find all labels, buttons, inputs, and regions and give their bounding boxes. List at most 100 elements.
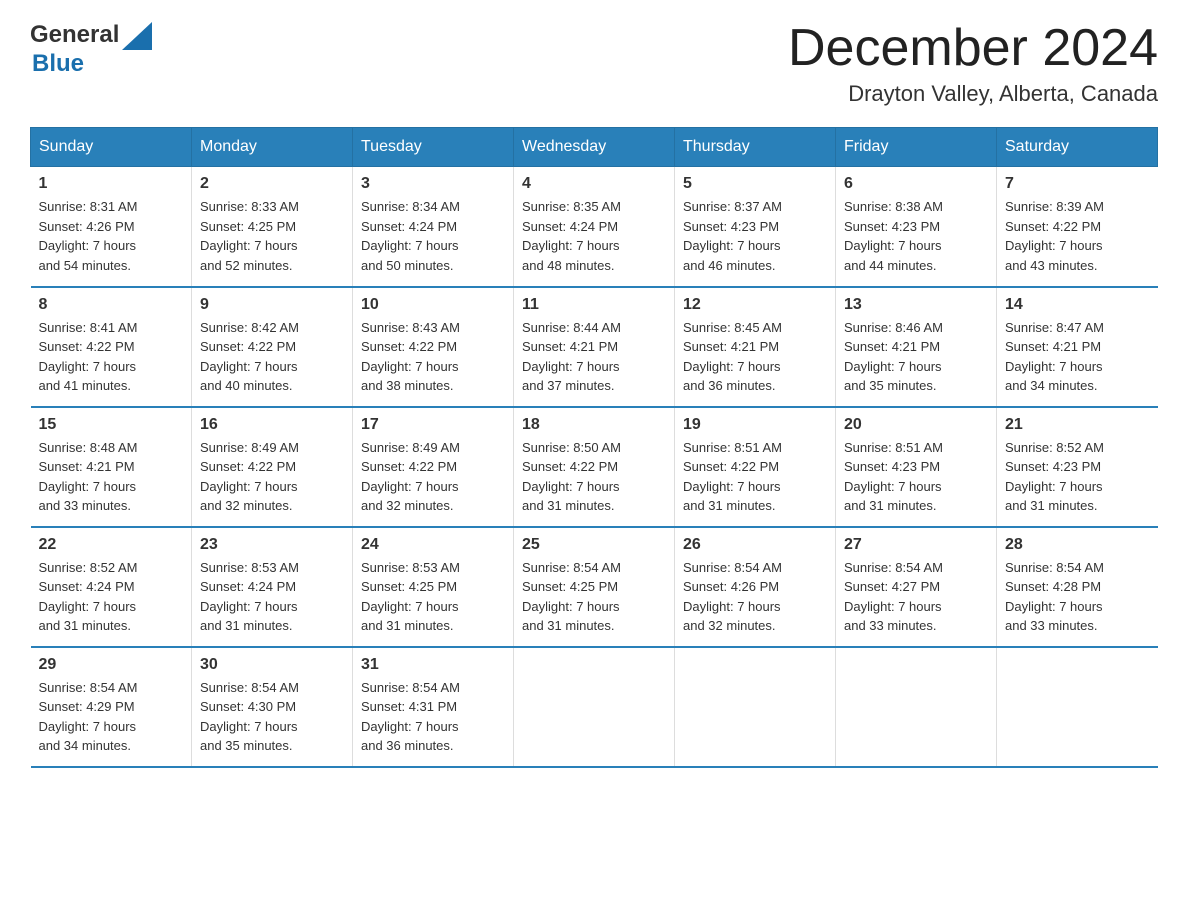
calendar-cell: 5 Sunrise: 8:37 AMSunset: 4:23 PMDayligh… [675,167,836,287]
calendar-cell: 29 Sunrise: 8:54 AMSunset: 4:29 PMDaylig… [31,647,192,767]
day-number: 15 [39,416,184,434]
day-number: 4 [522,175,666,193]
weekday-header-row: SundayMondayTuesdayWednesdayThursdayFrid… [31,128,1158,167]
month-title: December 2024 [788,20,1158,77]
calendar-cell: 18 Sunrise: 8:50 AMSunset: 4:22 PMDaylig… [514,407,675,527]
day-number: 11 [522,296,666,314]
logo-general-text: General [30,21,119,49]
header-tuesday: Tuesday [353,128,514,167]
day-info: Sunrise: 8:54 AMSunset: 4:26 PMDaylight:… [683,560,782,634]
calendar-cell: 8 Sunrise: 8:41 AMSunset: 4:22 PMDayligh… [31,287,192,407]
calendar-cell: 21 Sunrise: 8:52 AMSunset: 4:23 PMDaylig… [997,407,1158,527]
day-info: Sunrise: 8:52 AMSunset: 4:23 PMDaylight:… [1005,440,1104,514]
day-info: Sunrise: 8:49 AMSunset: 4:22 PMDaylight:… [361,440,460,514]
day-number: 30 [200,656,344,674]
day-number: 13 [844,296,988,314]
calendar-cell: 30 Sunrise: 8:54 AMSunset: 4:30 PMDaylig… [192,647,353,767]
calendar-cell: 6 Sunrise: 8:38 AMSunset: 4:23 PMDayligh… [836,167,997,287]
week-row-4: 22 Sunrise: 8:52 AMSunset: 4:24 PMDaylig… [31,527,1158,647]
calendar-cell [997,647,1158,767]
day-number: 22 [39,536,184,554]
calendar-cell: 14 Sunrise: 8:47 AMSunset: 4:21 PMDaylig… [997,287,1158,407]
day-info: Sunrise: 8:39 AMSunset: 4:22 PMDaylight:… [1005,199,1104,273]
day-info: Sunrise: 8:48 AMSunset: 4:21 PMDaylight:… [39,440,138,514]
day-info: Sunrise: 8:52 AMSunset: 4:24 PMDaylight:… [39,560,138,634]
day-number: 12 [683,296,827,314]
day-info: Sunrise: 8:31 AMSunset: 4:26 PMDaylight:… [39,199,138,273]
day-info: Sunrise: 8:54 AMSunset: 4:30 PMDaylight:… [200,680,299,754]
day-number: 31 [361,656,505,674]
logo-icon [122,22,152,50]
day-info: Sunrise: 8:51 AMSunset: 4:23 PMDaylight:… [844,440,943,514]
day-number: 26 [683,536,827,554]
day-number: 6 [844,175,988,193]
logo-blue-text: Blue [32,50,84,78]
day-number: 27 [844,536,988,554]
header-monday: Monday [192,128,353,167]
week-row-1: 1 Sunrise: 8:31 AMSunset: 4:26 PMDayligh… [31,167,1158,287]
day-number: 3 [361,175,505,193]
day-info: Sunrise: 8:54 AMSunset: 4:27 PMDaylight:… [844,560,943,634]
day-number: 2 [200,175,344,193]
day-number: 24 [361,536,505,554]
calendar-cell: 4 Sunrise: 8:35 AMSunset: 4:24 PMDayligh… [514,167,675,287]
calendar-cell: 3 Sunrise: 8:34 AMSunset: 4:24 PMDayligh… [353,167,514,287]
day-number: 29 [39,656,184,674]
calendar-cell: 17 Sunrise: 8:49 AMSunset: 4:22 PMDaylig… [353,407,514,527]
page-header: General Blue December 2024 Drayton Valle… [30,20,1158,107]
day-number: 21 [1005,416,1150,434]
calendar-cell: 22 Sunrise: 8:52 AMSunset: 4:24 PMDaylig… [31,527,192,647]
day-info: Sunrise: 8:34 AMSunset: 4:24 PMDaylight:… [361,199,460,273]
week-row-3: 15 Sunrise: 8:48 AMSunset: 4:21 PMDaylig… [31,407,1158,527]
day-number: 25 [522,536,666,554]
day-info: Sunrise: 8:44 AMSunset: 4:21 PMDaylight:… [522,320,621,394]
day-number: 17 [361,416,505,434]
calendar-cell [514,647,675,767]
calendar-cell: 23 Sunrise: 8:53 AMSunset: 4:24 PMDaylig… [192,527,353,647]
day-info: Sunrise: 8:38 AMSunset: 4:23 PMDaylight:… [844,199,943,273]
calendar-cell: 25 Sunrise: 8:54 AMSunset: 4:25 PMDaylig… [514,527,675,647]
day-info: Sunrise: 8:41 AMSunset: 4:22 PMDaylight:… [39,320,138,394]
day-number: 9 [200,296,344,314]
day-number: 28 [1005,536,1150,554]
day-info: Sunrise: 8:54 AMSunset: 4:28 PMDaylight:… [1005,560,1104,634]
day-info: Sunrise: 8:54 AMSunset: 4:31 PMDaylight:… [361,680,460,754]
header-saturday: Saturday [997,128,1158,167]
calendar-cell: 12 Sunrise: 8:45 AMSunset: 4:21 PMDaylig… [675,287,836,407]
week-row-5: 29 Sunrise: 8:54 AMSunset: 4:29 PMDaylig… [31,647,1158,767]
title-area: December 2024 Drayton Valley, Alberta, C… [788,20,1158,107]
day-number: 5 [683,175,827,193]
calendar-cell: 10 Sunrise: 8:43 AMSunset: 4:22 PMDaylig… [353,287,514,407]
calendar-cell: 16 Sunrise: 8:49 AMSunset: 4:22 PMDaylig… [192,407,353,527]
calendar-cell: 19 Sunrise: 8:51 AMSunset: 4:22 PMDaylig… [675,407,836,527]
day-info: Sunrise: 8:49 AMSunset: 4:22 PMDaylight:… [200,440,299,514]
day-number: 14 [1005,296,1150,314]
location-title: Drayton Valley, Alberta, Canada [788,81,1158,107]
logo: General Blue [30,20,152,78]
calendar-cell: 20 Sunrise: 8:51 AMSunset: 4:23 PMDaylig… [836,407,997,527]
calendar-cell: 15 Sunrise: 8:48 AMSunset: 4:21 PMDaylig… [31,407,192,527]
day-number: 10 [361,296,505,314]
calendar-cell: 28 Sunrise: 8:54 AMSunset: 4:28 PMDaylig… [997,527,1158,647]
day-info: Sunrise: 8:42 AMSunset: 4:22 PMDaylight:… [200,320,299,394]
day-info: Sunrise: 8:45 AMSunset: 4:21 PMDaylight:… [683,320,782,394]
day-number: 8 [39,296,184,314]
header-wednesday: Wednesday [514,128,675,167]
calendar-cell: 26 Sunrise: 8:54 AMSunset: 4:26 PMDaylig… [675,527,836,647]
day-info: Sunrise: 8:37 AMSunset: 4:23 PMDaylight:… [683,199,782,273]
day-info: Sunrise: 8:51 AMSunset: 4:22 PMDaylight:… [683,440,782,514]
day-number: 18 [522,416,666,434]
calendar-table: SundayMondayTuesdayWednesdayThursdayFrid… [30,127,1158,768]
calendar-cell: 31 Sunrise: 8:54 AMSunset: 4:31 PMDaylig… [353,647,514,767]
day-number: 1 [39,175,184,193]
day-info: Sunrise: 8:33 AMSunset: 4:25 PMDaylight:… [200,199,299,273]
calendar-cell: 27 Sunrise: 8:54 AMSunset: 4:27 PMDaylig… [836,527,997,647]
day-info: Sunrise: 8:53 AMSunset: 4:25 PMDaylight:… [361,560,460,634]
day-info: Sunrise: 8:43 AMSunset: 4:22 PMDaylight:… [361,320,460,394]
day-info: Sunrise: 8:50 AMSunset: 4:22 PMDaylight:… [522,440,621,514]
calendar-cell: 1 Sunrise: 8:31 AMSunset: 4:26 PMDayligh… [31,167,192,287]
header-sunday: Sunday [31,128,192,167]
day-number: 20 [844,416,988,434]
day-info: Sunrise: 8:47 AMSunset: 4:21 PMDaylight:… [1005,320,1104,394]
calendar-cell: 7 Sunrise: 8:39 AMSunset: 4:22 PMDayligh… [997,167,1158,287]
